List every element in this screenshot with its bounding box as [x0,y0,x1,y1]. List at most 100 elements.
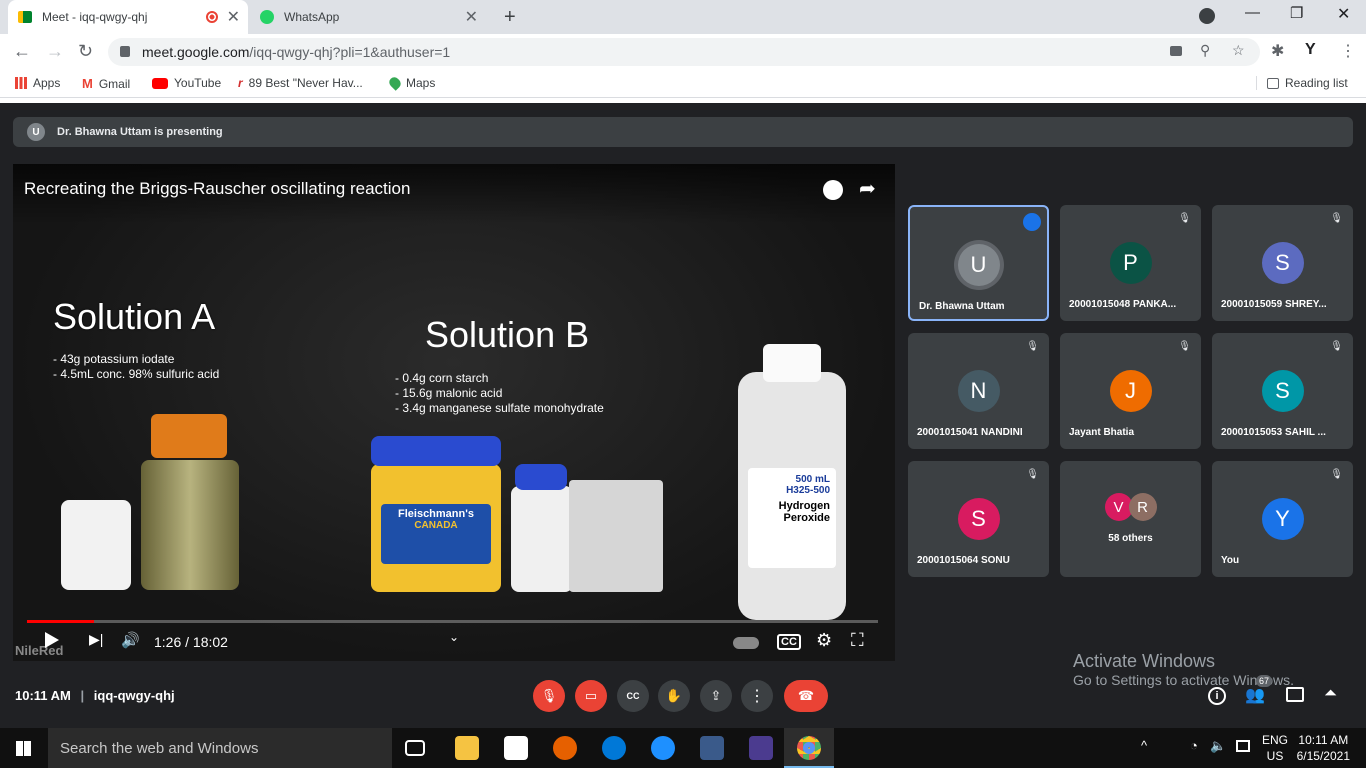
watch-later-icon[interactable] [823,180,843,200]
back-icon[interactable]: ← [13,41,31,62]
yahoo-extension-icon[interactable]: Y [1305,41,1316,59]
forward-icon[interactable]: → [46,41,64,62]
meeting-time: 10:11 AM [15,688,71,703]
participant-tile[interactable]: V R 58 others [1060,461,1201,577]
avatar: S [1261,370,1304,412]
firefox-icon[interactable] [553,736,577,760]
participant-tile[interactable]: Y You 🎙 [1212,461,1353,577]
mic-off-button[interactable]: 🎙 [533,680,565,712]
taskbar-clock[interactable]: 10:11 AM 6/15/2021 [1297,732,1350,764]
info-icon[interactable]: i [1208,687,1226,705]
video-progress-fill [27,620,95,623]
reading-list[interactable]: Reading list [1256,76,1348,90]
participant-tile[interactable]: S 20001015059 SHREY... 🎙 [1212,205,1353,321]
participant-name: Dr. Bhawna Uttam [919,301,1005,312]
blue-cap [515,464,567,490]
clock-time: 10:11 AM [1298,733,1349,747]
avatar: Y [1261,498,1304,540]
next-icon[interactable]: ▶| [89,631,103,648]
present-button[interactable]: ⇪ [700,680,732,712]
chat-icon[interactable] [1286,687,1304,702]
speaking-indicator-icon [1023,213,1041,231]
camera-off-button[interactable]: ▭ [575,680,607,712]
participant-tile[interactable]: U Dr. Bhawna Uttam [908,205,1049,321]
settings-icon[interactable]: ⚙ [816,630,832,651]
tray-notification-icon[interactable] [1236,740,1250,752]
close-window-icon[interactable]: ✕ [1337,4,1350,24]
share-icon[interactable]: ➦ [859,176,876,201]
tab-whatsapp-title: WhatsApp [284,10,340,24]
profile-dropdown-icon[interactable] [1199,8,1215,24]
bookmark-label: Gmail [98,76,131,91]
address-bar[interactable]: meet.google.com/iqq-qwgy-qhj?pli=1&authu… [108,38,1260,66]
star-icon[interactable]: ☆ [1232,42,1245,59]
tab-whatsapp[interactable]: WhatsApp ✕ [250,0,486,34]
participant-tile[interactable]: S 20001015053 SAHIL ... 🎙 [1212,333,1353,449]
avatar: S [957,498,1000,540]
captions-button[interactable]: CC [617,680,649,712]
autoplay-toggle[interactable] [733,637,759,649]
taskbar-search[interactable]: Search the web and Windows [48,728,392,768]
ie-icon[interactable] [651,736,675,760]
url-path: /iqq-qwgy-qhj?pli=1&authuser=1 [249,44,451,60]
video-progress-bar[interactable] [27,620,878,623]
code-editor-icon[interactable] [749,736,773,760]
presentation-video[interactable]: Recreating the Briggs-Rauscher oscillati… [13,164,895,661]
camera-icon[interactable] [1170,46,1182,56]
meeting-control-bar: 10:11 AM | iqq-qwgy-qhj 🎙 ▭ CC ✋ ⇪ ⋮ ☎ i… [0,675,1366,728]
tray-chevron-up-icon[interactable]: ^ [1141,738,1147,753]
app-icon[interactable] [700,736,724,760]
mic-muted-icon: 🎙 [1178,213,1191,224]
file-explorer-icon[interactable] [455,736,479,760]
tray-volume-icon[interactable]: 🔈 [1210,738,1226,754]
bookmark-apps[interactable]: Apps [15,76,60,90]
bookmark-never-have[interactable]: r 89 Best "Never Hav... [238,76,363,90]
new-tab-button[interactable]: + [494,0,524,34]
lock-icon [120,46,130,57]
tab-close-icon[interactable]: ✕ [227,7,240,27]
lang-region: US [1266,749,1284,763]
bookmark-youtube[interactable]: YouTube [152,76,221,90]
store-icon[interactable] [504,736,528,760]
participant-tile[interactable]: J Jayant Bhatia 🎙 [1060,333,1201,449]
participant-tile[interactable]: S 20001015064 SONU 🎙 [908,461,1049,577]
recording-dot-icon [206,11,218,23]
participant-tile[interactable]: N 20001015041 NANDINI 🎙 [908,333,1049,449]
bookmark-gmail[interactable]: M Gmail [82,76,130,91]
edge-icon[interactable] [602,736,626,760]
mic-muted-icon: 🎙 [1178,341,1191,352]
minimize-icon[interactable]: — [1245,4,1260,21]
video-title[interactable]: Recreating the Briggs-Rauscher oscillati… [24,179,410,199]
menu-icon[interactable]: ⋮ [1340,41,1356,61]
exit-fullscreen-icon[interactable]: ⛶ [851,630,864,651]
tab-meet[interactable]: Meet - iqq-qwgy-qhj ✕ [8,0,248,34]
jar-lid [371,436,501,466]
windows-start-icon[interactable] [16,741,31,756]
meeting-details: 10:11 AM | iqq-qwgy-qhj [15,688,175,703]
restore-icon[interactable]: ❐ [1290,4,1303,22]
raise-hand-button[interactable]: ✋ [658,680,690,712]
captions-icon[interactable]: CC [777,634,801,650]
volume-icon[interactable]: 🔊 [121,631,140,649]
tab-close-icon[interactable]: ✕ [465,7,478,27]
avatar: U [957,244,1000,286]
tray-language[interactable]: ENG US [1262,732,1288,764]
cornstarch-jar: Fleischmann's CANADA [371,464,501,592]
extensions-icon[interactable]: ✱ [1271,41,1284,61]
people-icon[interactable]: 👥 [1245,685,1265,705]
avatar: N [957,370,1000,412]
activities-icon[interactable]: ⏶ [1324,685,1337,703]
reload-icon[interactable]: ↻ [78,41,93,62]
tray-network-icon[interactable]: ◔ [1190,738,1198,753]
windows-taskbar: Search the web and Windows ^ ◔ 🔈 ENG US … [0,728,1366,768]
toolbar: ← → ↻ meet.google.com/iqq-qwgy-qhj?pli=1… [0,34,1366,70]
zoom-icon[interactable]: ⚲ [1200,42,1210,59]
chevron-down-icon[interactable]: ⌄ [449,630,459,644]
participant-tile[interactable]: P 20001015048 PANKA... 🎙 [1060,205,1201,321]
peroxide-code: H325-500 [786,485,830,496]
leave-call-button[interactable]: ☎ [784,680,828,712]
task-view-icon[interactable] [405,740,425,756]
bookmark-maps[interactable]: Maps [387,75,435,91]
play-icon[interactable] [45,632,59,648]
more-options-button[interactable]: ⋮ [741,680,773,712]
